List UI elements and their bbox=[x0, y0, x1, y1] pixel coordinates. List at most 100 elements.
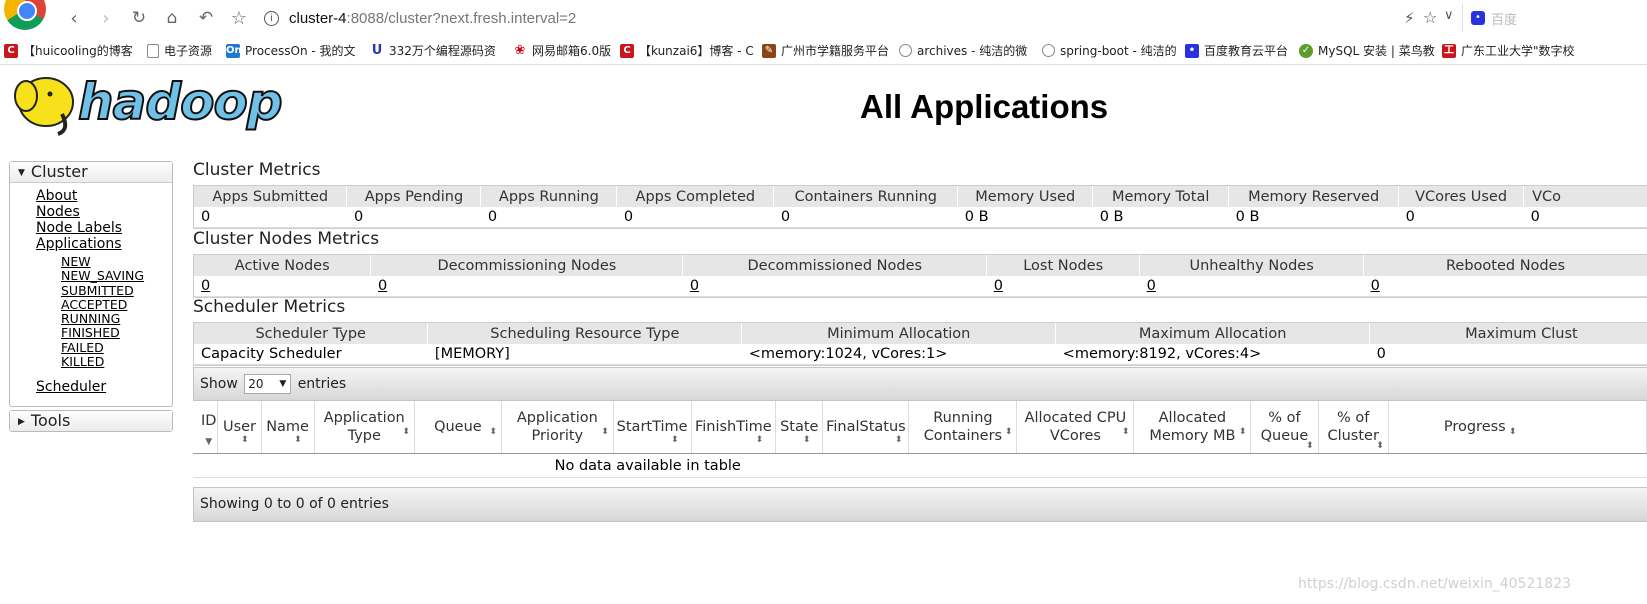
search-engine-box[interactable]: • 百度 bbox=[1462, 4, 1647, 32]
header-vcores-total: VCo bbox=[1523, 186, 1647, 207]
dropdown-chevron-icon[interactable]: ∨ bbox=[1444, 8, 1454, 23]
browser-toolbar: ‹ › ↻ ⌂ ↶ ☆ i cluster-4:8088/cluster?nex… bbox=[0, 0, 1647, 38]
url-host: cluster-4 bbox=[289, 9, 347, 27]
c-icon: C bbox=[620, 43, 634, 58]
nav-link-nodes[interactable]: Nodes bbox=[36, 204, 172, 220]
show-label: Show bbox=[200, 376, 238, 392]
value-memory-reserved: 0 B bbox=[1228, 207, 1399, 228]
column-header-application-priority[interactable]: Application Priority ⬍ bbox=[501, 401, 614, 454]
column-header-user[interactable]: User ⬍ bbox=[217, 401, 262, 454]
tools-header[interactable]: ▶ Tools bbox=[10, 411, 172, 431]
nav-link-state-failed[interactable]: FAILED bbox=[61, 340, 172, 355]
bookmark-item[interactable]: On ProcessOn - 我的文 bbox=[226, 42, 356, 59]
sort-icon: ⬍ bbox=[755, 435, 764, 445]
column-header-starttime[interactable]: StartTime ⬍ bbox=[613, 401, 692, 454]
entries-label: entries bbox=[297, 376, 347, 392]
header-apps-submitted: Apps Submitted bbox=[194, 186, 348, 207]
decommissioned-nodes-link[interactable]: 0 bbox=[690, 278, 699, 294]
home-icon[interactable]: ⌂ bbox=[160, 6, 184, 30]
bookmark-item[interactable]: 电子资源 bbox=[147, 42, 212, 59]
nav-link-state-accepted[interactable]: ACCEPTED bbox=[61, 297, 172, 312]
reload-icon[interactable]: ↻ bbox=[127, 6, 151, 30]
undo-icon[interactable]: ↶ bbox=[194, 6, 218, 30]
sort-icon: ⬍ bbox=[1121, 427, 1130, 437]
globe-icon bbox=[899, 44, 912, 57]
address-bar[interactable]: i cluster-4:8088/cluster?next.fresh.inte… bbox=[258, 5, 1458, 31]
sort-icon: ⬍ bbox=[1305, 441, 1314, 451]
decommissioning-nodes-link[interactable]: 0 bbox=[378, 278, 387, 294]
applications-panel: Show 20 ▼ entries ID ▼ User ⬍ Name ⬍ Applica… bbox=[193, 367, 1647, 522]
column-header-state[interactable]: State ⬍ bbox=[775, 401, 824, 454]
header-active-nodes: Active Nodes bbox=[194, 255, 372, 276]
baidu-icon: • bbox=[1185, 43, 1199, 58]
nav-link-applications[interactable]: Applications bbox=[36, 236, 172, 252]
sort-icon: ⬍ bbox=[601, 427, 609, 437]
nav-link-state-killed[interactable]: KILLED bbox=[61, 354, 172, 369]
apps-length-bar: Show 20 ▼ entries bbox=[193, 367, 1647, 401]
bookmark-item[interactable]: ❀ 网易邮箱6.0版 bbox=[513, 42, 611, 59]
info-icon[interactable]: i bbox=[264, 10, 279, 26]
value-apps-submitted: 0 bbox=[194, 207, 347, 228]
favorite-star-icon[interactable]: ☆ bbox=[1423, 8, 1437, 27]
column-header-running-containers[interactable]: Running Containers ⬍ bbox=[908, 401, 1018, 454]
header-scheduling-resource-type: Scheduling Resource Type bbox=[427, 323, 743, 344]
value-memory-total: 0 B bbox=[1092, 207, 1229, 228]
sort-icon: ⬍ bbox=[1376, 441, 1384, 451]
lost-nodes-link[interactable]: 0 bbox=[994, 278, 1003, 294]
sort-icon: ⬍ bbox=[894, 435, 903, 445]
bookmark-item[interactable]: U 332万个编程源码资 bbox=[370, 42, 496, 59]
bookmark-item[interactable]: ✎ 广州市学籍服务平台 bbox=[762, 42, 889, 59]
value-maximum-allocation: <memory:8192, vCores:4> bbox=[1055, 344, 1370, 365]
nav-link-state-new[interactable]: NEW bbox=[61, 254, 172, 269]
applications-table: ID ▼ User ⬍ Name ⬍ Application Type ⬍ Queue ⬍ … bbox=[193, 401, 1647, 478]
bookmark-star-icon[interactable]: ☆ bbox=[227, 6, 251, 30]
active-nodes-link[interactable]: 0 bbox=[201, 278, 210, 294]
column-header-progress[interactable]: Progress ⬍ bbox=[1388, 401, 1647, 454]
cluster-header[interactable]: ▼ Cluster bbox=[10, 162, 172, 183]
bookmark-item[interactable]: spring-boot - 纯洁的 bbox=[1042, 42, 1177, 59]
column-header-allocated-memory-mb[interactable]: Allocated Memory MB ⬍ bbox=[1133, 401, 1252, 454]
column-header-id[interactable]: ID ▼ bbox=[193, 401, 219, 454]
unhealthy-nodes-link[interactable]: 0 bbox=[1147, 278, 1156, 294]
flash-icon[interactable]: ⚡ bbox=[1404, 9, 1415, 27]
forward-icon[interactable]: › bbox=[94, 6, 118, 30]
page-length-select[interactable]: 20 ▼ bbox=[244, 374, 292, 394]
column-header-finalstatus[interactable]: FinalStatus ⬍ bbox=[822, 401, 910, 454]
bookmark-item[interactable]: ✓ MySQL 安装 | 菜鸟教 bbox=[1299, 42, 1435, 59]
back-icon[interactable]: ‹ bbox=[62, 6, 86, 30]
on-icon: On bbox=[226, 43, 242, 58]
column-header-percent-of-queue[interactable]: % of Queue ⬍ bbox=[1250, 401, 1319, 454]
column-header-application-type[interactable]: Application Type ⬍ bbox=[314, 401, 415, 454]
nav-link-state-new-saving[interactable]: NEW_SAVING bbox=[61, 268, 172, 283]
header-rebooted-nodes: Rebooted Nodes bbox=[1363, 255, 1647, 276]
column-header-name[interactable]: Name ⬍ bbox=[261, 401, 315, 454]
nav-link-about[interactable]: About bbox=[36, 188, 172, 204]
nav-link-state-submitted[interactable]: SUBMITTED bbox=[61, 283, 172, 298]
nodes-metrics-title: Cluster Nodes Metrics bbox=[193, 229, 380, 249]
column-header-percent-of-cluster[interactable]: % of Cluster ⬍ bbox=[1318, 401, 1389, 454]
nav-link-state-finished[interactable]: FINISHED bbox=[61, 326, 172, 341]
column-header-allocated-cpu-vcores[interactable]: Allocated CPU VCores ⬍ bbox=[1016, 401, 1135, 454]
value-memory-used: 0 B bbox=[957, 207, 1093, 228]
bookmark-item[interactable]: • 百度教育云平台 bbox=[1185, 42, 1288, 59]
nav-link-node-labels[interactable]: Node Labels bbox=[36, 220, 172, 236]
bookmarks-bar: C 【huicooling的博客 电子资源 On ProcessOn - 我的文 U… bbox=[0, 37, 1647, 65]
value-vcores-total: 0 bbox=[1523, 207, 1647, 228]
bookmark-item[interactable]: C 【kunzai6】博客 - C bbox=[620, 42, 754, 59]
column-header-queue[interactable]: Queue ⬍ bbox=[414, 401, 502, 454]
header-decommissioning-nodes: Decommissioning Nodes bbox=[370, 255, 684, 276]
nodes-metrics-table: Active Nodes Decommissioning Nodes Decom… bbox=[193, 254, 1647, 298]
header-apps-pending: Apps Pending bbox=[346, 186, 482, 207]
rebooted-nodes-link[interactable]: 0 bbox=[1371, 278, 1380, 294]
nav-link-state-running[interactable]: RUNNING bbox=[61, 311, 172, 326]
empty-table-message: No data available in table bbox=[193, 453, 1647, 478]
nav-link-scheduler[interactable]: Scheduler bbox=[36, 379, 172, 395]
bookmark-item[interactable]: C 【huicooling的博客 bbox=[4, 42, 133, 59]
bookmark-item[interactable]: archives - 纯洁的微 bbox=[899, 42, 1027, 59]
header-unhealthy-nodes: Unhealthy Nodes bbox=[1139, 255, 1365, 276]
header-maximum-allocation: Maximum Allocation bbox=[1055, 323, 1371, 344]
bookmark-item[interactable]: 工广东工业大学"数字校 bbox=[1442, 42, 1575, 59]
column-header-finishtime[interactable]: FinishTime ⬍ bbox=[691, 401, 777, 454]
header-memory-used: Memory Used bbox=[957, 186, 1094, 207]
browser-logo-icon[interactable] bbox=[4, 0, 46, 30]
